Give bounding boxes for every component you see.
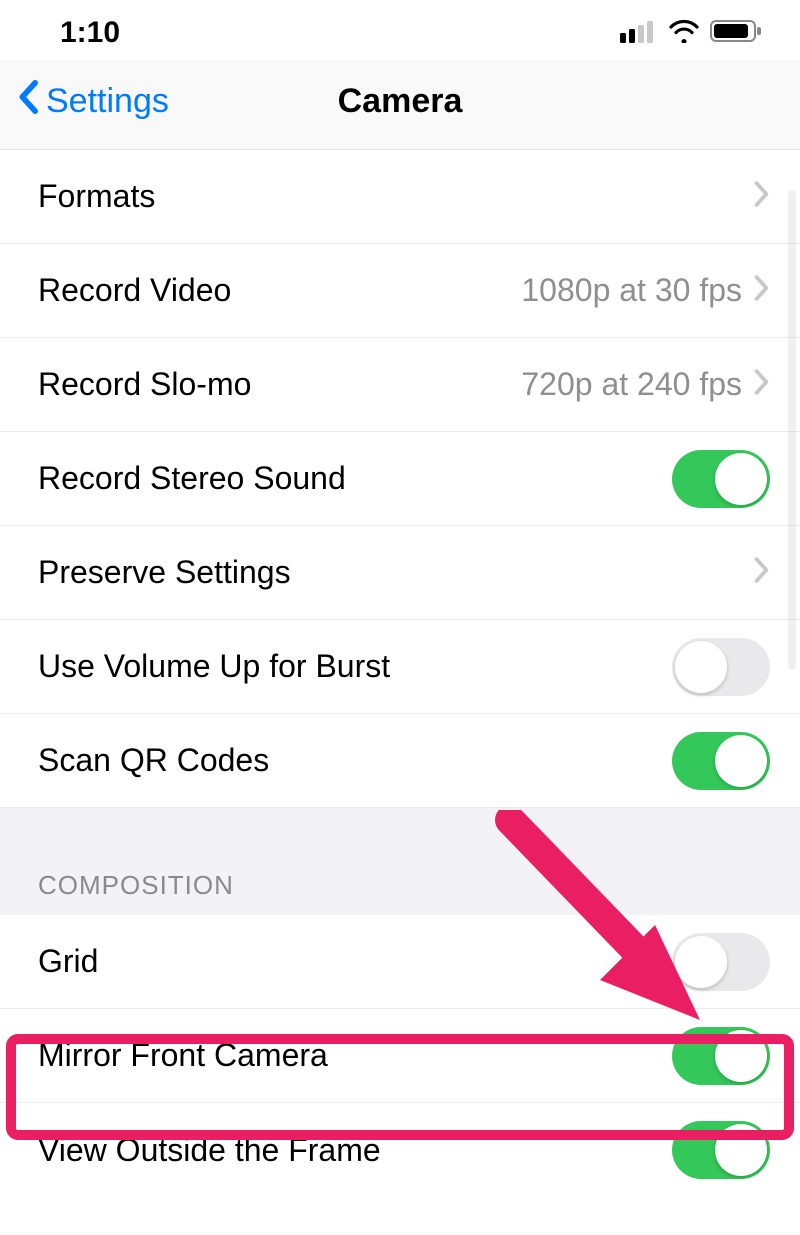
row-label: View Outside the Frame: [38, 1132, 381, 1169]
row-formats[interactable]: Formats: [0, 150, 800, 244]
row-grid: Grid: [0, 915, 800, 1009]
chevron-right-icon: [754, 557, 770, 588]
back-button[interactable]: Settings: [18, 80, 169, 123]
row-label: Use Volume Up for Burst: [38, 648, 390, 685]
row-view-outside-frame: View Outside the Frame: [0, 1103, 800, 1197]
status-bar: 1:10: [0, 0, 800, 60]
row-label: Record Slo-mo: [38, 366, 251, 403]
scrollbar[interactable]: [788, 190, 796, 670]
row-stereo-sound: Record Stereo Sound: [0, 432, 800, 526]
status-icons: [620, 19, 764, 48]
status-time: 1:10: [60, 16, 120, 50]
row-record-video[interactable]: Record Video 1080p at 30 fps: [0, 244, 800, 338]
toggle-stereo-sound[interactable]: [672, 450, 770, 508]
row-mirror-front-camera: Mirror Front Camera: [0, 1009, 800, 1103]
row-record-slomo[interactable]: Record Slo-mo 720p at 240 fps: [0, 338, 800, 432]
back-label: Settings: [46, 82, 169, 121]
toggle-scan-qr[interactable]: [672, 732, 770, 790]
chevron-right-icon: [754, 181, 770, 212]
row-label: Scan QR Codes: [38, 742, 269, 779]
row-scan-qr: Scan QR Codes: [0, 714, 800, 808]
battery-icon: [710, 19, 764, 48]
section-header-composition: COMPOSITION: [0, 808, 800, 915]
chevron-right-icon: [754, 275, 770, 306]
settings-list: Formats Record Video 1080p at 30 fps Rec…: [0, 150, 800, 1197]
toggle-mirror-front-camera[interactable]: [672, 1027, 770, 1085]
row-preserve-settings[interactable]: Preserve Settings: [0, 526, 800, 620]
wifi-icon: [668, 19, 700, 48]
row-label: Record Stereo Sound: [38, 460, 346, 497]
toggle-grid[interactable]: [672, 933, 770, 991]
row-label: Preserve Settings: [38, 554, 291, 591]
row-value: 1080p at 30 fps: [521, 272, 742, 309]
row-label: Record Video: [38, 272, 231, 309]
row-label: Formats: [38, 178, 155, 215]
row-label: Mirror Front Camera: [38, 1037, 328, 1074]
chevron-left-icon: [18, 80, 46, 123]
nav-header: Settings Camera: [0, 60, 800, 150]
row-value: 720p at 240 fps: [521, 366, 742, 403]
toggle-view-outside-frame[interactable]: [672, 1121, 770, 1179]
cellular-signal-icon: [620, 19, 658, 48]
chevron-right-icon: [754, 369, 770, 400]
row-volume-burst: Use Volume Up for Burst: [0, 620, 800, 714]
row-label: Grid: [38, 943, 98, 980]
toggle-volume-burst[interactable]: [672, 638, 770, 696]
